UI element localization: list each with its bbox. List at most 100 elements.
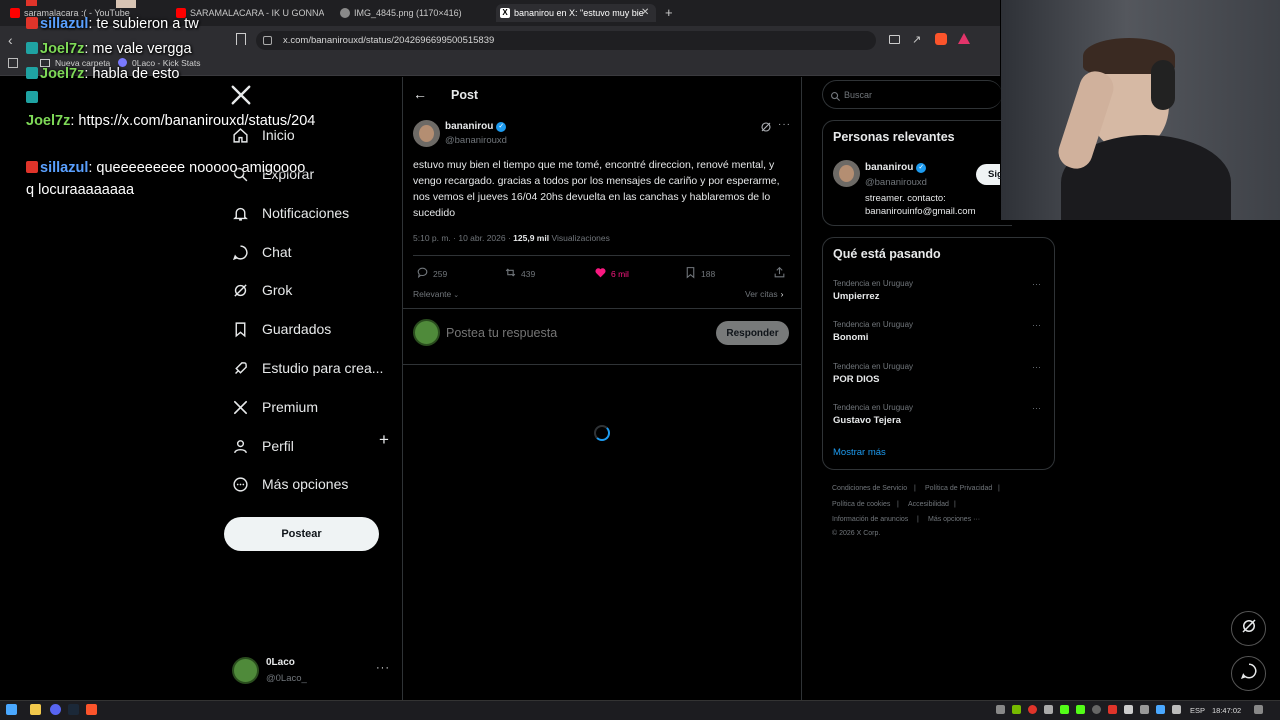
tray-icon[interactable] bbox=[1092, 705, 1101, 714]
post-button[interactable]: Postear bbox=[224, 517, 379, 551]
nav-item-chat[interactable]: Chat bbox=[226, 234, 292, 270]
trend-more-icon[interactable]: ··· bbox=[1032, 279, 1041, 289]
start-icon[interactable] bbox=[6, 704, 17, 715]
footer-link[interactable]: Información de anuncios bbox=[832, 516, 908, 523]
tray-icon[interactable] bbox=[1140, 705, 1149, 714]
cast-icon[interactable] bbox=[889, 35, 900, 44]
chat-badge-icon bbox=[26, 91, 38, 103]
author-avatar[interactable] bbox=[413, 120, 440, 147]
tray-icon[interactable] bbox=[996, 705, 1005, 714]
grok-icon bbox=[226, 282, 254, 299]
notifications-icon[interactable] bbox=[1254, 705, 1263, 714]
avatar[interactable] bbox=[232, 657, 259, 684]
browser-tab[interactable]: IMG_4845.png (1170×416) bbox=[336, 4, 488, 22]
volume-icon[interactable] bbox=[1172, 705, 1181, 714]
language-indicator[interactable]: ESP bbox=[1190, 706, 1205, 715]
new-tab-button[interactable]: + bbox=[665, 5, 673, 20]
close-tab-icon[interactable]: ✕ bbox=[641, 7, 649, 18]
trend-item[interactable]: Tendencia en Uruguay Umpierrez bbox=[833, 279, 913, 302]
x-logo-icon bbox=[226, 399, 254, 416]
tray-icon[interactable] bbox=[1060, 705, 1069, 714]
brave-shield-icon[interactable] bbox=[935, 33, 947, 45]
trend-more-icon[interactable]: ··· bbox=[1032, 362, 1041, 372]
nav-item-profile[interactable]: Perfil bbox=[226, 428, 294, 464]
browser-tab-active[interactable]: X bananirou en X: "estuvo muy bie bbox=[496, 4, 656, 22]
footer-link[interactable]: Política de Privacidad bbox=[925, 485, 992, 492]
chat-message: q locuraaaaaaaa bbox=[26, 182, 135, 198]
discord-icon[interactable] bbox=[50, 704, 61, 715]
taskbar bbox=[0, 700, 1280, 720]
account-menu-icon[interactable]: ··· bbox=[376, 662, 390, 674]
views-count: 125,9 mil bbox=[513, 233, 550, 243]
footer-link[interactable]: Accesibilidad bbox=[908, 501, 949, 508]
search-box[interactable]: Buscar bbox=[822, 80, 1002, 109]
reply-button[interactable]: 259 bbox=[416, 266, 447, 281]
reply-button-submit[interactable]: Responder bbox=[716, 321, 789, 345]
trend-more-icon[interactable]: ··· bbox=[1032, 403, 1041, 413]
messages-float-button[interactable] bbox=[1231, 656, 1266, 691]
apps-grid-icon[interactable] bbox=[8, 58, 18, 68]
like-button[interactable]: 6 mil bbox=[594, 266, 629, 281]
tray-icon[interactable] bbox=[1076, 705, 1085, 714]
nav-item-grok[interactable]: Grok bbox=[226, 272, 292, 308]
nav-item-bookmarks[interactable]: Guardados bbox=[226, 311, 331, 347]
footer-link[interactable]: Más opciones ··· bbox=[928, 516, 980, 523]
footer-separator: | bbox=[954, 501, 956, 508]
site-settings-icon[interactable] bbox=[263, 36, 272, 45]
tray-icon[interactable] bbox=[1012, 705, 1021, 714]
trend-item[interactable]: Tendencia en Uruguay Bonomi bbox=[833, 320, 913, 343]
clock[interactable]: 18:47:02 bbox=[1212, 706, 1241, 715]
show-more-link[interactable]: Mostrar más bbox=[833, 447, 886, 458]
chat-badge-icon bbox=[26, 42, 38, 54]
reply-icon bbox=[416, 266, 429, 281]
brave-icon[interactable] bbox=[86, 704, 97, 715]
bookmark-icon bbox=[226, 321, 254, 338]
relevant-avatar[interactable] bbox=[833, 160, 860, 187]
bookmark-page-icon[interactable] bbox=[236, 33, 246, 45]
brave-rewards-icon[interactable] bbox=[958, 33, 970, 44]
trends-title: Qué está pasando bbox=[833, 247, 941, 261]
trend-item[interactable]: Tendencia en Uruguay Gustavo Tejera bbox=[833, 403, 913, 426]
chat-message: Joel7z: me vale vergga bbox=[26, 41, 192, 57]
share-icon bbox=[773, 266, 786, 281]
footer-link[interactable]: Política de cookies bbox=[832, 501, 890, 508]
copyright: © 2026 X Corp. bbox=[832, 530, 881, 537]
relevant-name[interactable]: bananirou ✓ bbox=[865, 162, 927, 173]
share-button[interactable] bbox=[773, 266, 786, 281]
repost-button[interactable]: 439 bbox=[504, 266, 535, 281]
quotes-link[interactable]: Ver citas › bbox=[745, 289, 783, 299]
reply-avatar bbox=[413, 319, 440, 346]
tray-icon[interactable] bbox=[1156, 705, 1165, 714]
trend-item[interactable]: Tendencia en Uruguay POR DIOS bbox=[833, 362, 913, 385]
steam-icon[interactable] bbox=[68, 704, 79, 715]
tray-icon[interactable] bbox=[1044, 705, 1053, 714]
tray-icon[interactable] bbox=[1108, 705, 1117, 714]
tray-icon[interactable] bbox=[1028, 705, 1037, 714]
globe-favicon-icon bbox=[340, 8, 350, 18]
sort-dropdown[interactable]: Relevante ⌄ bbox=[413, 289, 459, 299]
add-icon[interactable]: + bbox=[379, 430, 389, 450]
file-explorer-icon[interactable] bbox=[30, 704, 41, 715]
reply-input[interactable] bbox=[446, 323, 696, 343]
back-arrow-icon[interactable]: ← bbox=[413, 86, 427, 102]
back-icon[interactable]: ‹ bbox=[8, 32, 13, 48]
nav-item-notifications[interactable]: Notificaciones bbox=[226, 195, 349, 231]
post-more-icon[interactable]: ··· bbox=[778, 119, 791, 130]
nav-item-premium[interactable]: Premium bbox=[226, 389, 318, 425]
follow-button[interactable]: Sig bbox=[976, 164, 1003, 185]
heart-icon bbox=[594, 266, 607, 281]
grok-float-button[interactable] bbox=[1231, 611, 1266, 646]
author-name[interactable]: bananirou ✓ bbox=[445, 121, 507, 132]
chat-icon bbox=[226, 244, 254, 261]
nav-item-more-options[interactable]: Más opciones bbox=[226, 466, 348, 502]
trend-more-icon[interactable]: ··· bbox=[1032, 320, 1041, 330]
nav-item-creator-studio[interactable]: Estudio para crea... bbox=[226, 350, 383, 386]
address-bar[interactable]: x.com/bananirouxd/status/204269669950051… bbox=[256, 31, 876, 50]
grok-explain-icon[interactable] bbox=[760, 120, 772, 138]
x-favicon-icon: X bbox=[500, 8, 510, 18]
x-logo-icon[interactable] bbox=[230, 84, 252, 111]
bookmark-button[interactable]: 188 bbox=[684, 266, 715, 281]
tray-icon[interactable] bbox=[1124, 705, 1133, 714]
share-icon[interactable]: ↗ bbox=[912, 33, 921, 46]
footer-link[interactable]: Condiciones de Servicio bbox=[832, 485, 907, 492]
